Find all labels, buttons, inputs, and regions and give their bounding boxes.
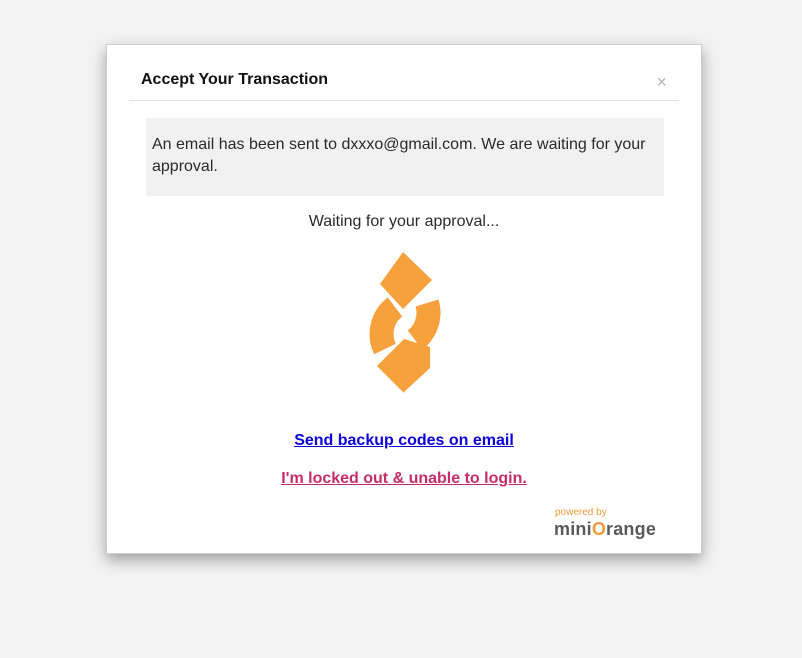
waiting-text: Waiting for your approval... [308, 213, 500, 230]
modal-header: Accept Your Transaction × [129, 45, 679, 101]
locked-out-link[interactable]: I'm locked out & unable to login. [107, 470, 701, 488]
powered-by-label: powered by [555, 507, 607, 518]
logo-pre: mini [554, 519, 592, 539]
transaction-modal: Accept Your Transaction × An email has b… [106, 44, 702, 554]
email-notice: An email has been sent to dxxxo@gmail.co… [146, 118, 664, 196]
logo-o: O [591, 519, 607, 539]
miniorange-logo: powered by miniOrange [547, 507, 657, 539]
close-icon[interactable]: × [656, 73, 667, 91]
logo-wordmark: miniOrange [554, 519, 656, 540]
refresh-arrows-icon [369, 252, 441, 393]
modal-title: Accept Your Transaction [141, 71, 329, 88]
send-backup-codes-link[interactable]: Send backup codes on email [107, 432, 701, 450]
logo-post: range [606, 519, 657, 539]
